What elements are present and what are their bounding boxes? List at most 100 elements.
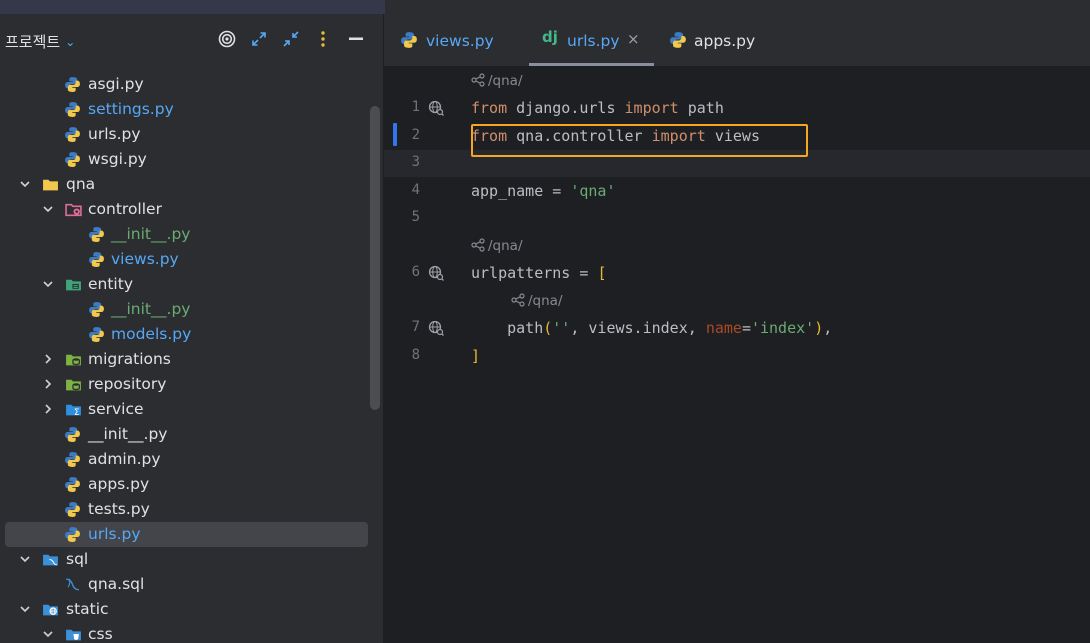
hide-panel-icon[interactable] (345, 28, 367, 50)
tree-item-qna-urls[interactable]: urls.py (0, 522, 383, 547)
arguments: , views.index, (570, 319, 706, 337)
python-icon (65, 452, 80, 467)
code-line-4[interactable]: app_name = 'qna' (471, 182, 616, 200)
line-number: 6 (411, 264, 420, 280)
project-panel: 프로젝트 ⌄ asgi.py settings.py urls.py wsgi.… (0, 14, 383, 643)
sql-file-icon (66, 578, 79, 591)
url-mapping-gutter-icon[interactable] (428, 100, 444, 116)
tree-folder-entity[interactable]: entity (0, 272, 383, 297)
tree-item-wsgi[interactable]: wsgi.py (0, 147, 383, 172)
options-menu-icon[interactable] (312, 28, 334, 50)
tree-item-controller-init[interactable]: __init__.py (0, 222, 383, 247)
tab-apps-py[interactable]: apps.py (654, 14, 784, 66)
code-editor[interactable]: /qna/ 1 from django.urls import path 2 f… (384, 66, 1090, 643)
code-line-1[interactable]: from django.urls import path (471, 99, 724, 117)
endpoint-hint[interactable]: /qna/ (471, 238, 523, 254)
tree-item-label: static (66, 600, 109, 618)
tree-item-apps[interactable]: apps.py (0, 472, 383, 497)
chevron-down-icon[interactable] (42, 278, 54, 290)
url-mapping-gutter-icon[interactable] (428, 265, 444, 281)
tree-item-urls[interactable]: urls.py (0, 122, 383, 147)
string-literal: 'qna' (570, 182, 616, 200)
tree-item-models[interactable]: models.py (0, 322, 383, 347)
python-icon (65, 427, 80, 442)
python-icon (65, 102, 80, 117)
line-number: 2 (411, 127, 420, 143)
selection-highlight (5, 522, 368, 547)
tree-item-label: wsgi.py (88, 150, 147, 168)
django-icon: dj (542, 28, 558, 46)
tree-item-admin[interactable]: admin.py (0, 447, 383, 472)
controller-folder-icon (65, 203, 82, 217)
code-line-7[interactable]: path('', views.index, name='index'), (471, 319, 832, 337)
expand-all-icon[interactable] (248, 28, 270, 50)
project-tree-scrollbar[interactable] (370, 106, 380, 410)
keyword: import (624, 99, 679, 117)
tree-item-label: __init__.py (88, 425, 168, 443)
tree-item-asgi[interactable]: asgi.py (0, 72, 383, 97)
python-icon (670, 32, 686, 48)
chevron-down-icon[interactable] (42, 203, 54, 215)
line-number: 8 (411, 347, 420, 363)
endpoint-hint[interactable]: /qna/ (471, 73, 523, 89)
tree-item-qna-sql[interactable]: qna.sql (0, 572, 383, 597)
tab-urls-py[interactable]: dj urls.py × (529, 14, 654, 66)
tree-item-label: css (88, 625, 113, 643)
locate-target-icon[interactable] (216, 28, 238, 50)
hint-text: /qna/ (488, 238, 523, 254)
line-number: 7 (411, 319, 420, 335)
collapse-all-icon[interactable] (280, 28, 302, 50)
python-icon (401, 32, 417, 48)
bracket: ) (814, 319, 824, 337)
tree-item-entity-init[interactable]: __init__.py (0, 297, 383, 322)
keyword-argument: name (705, 319, 742, 337)
tab-views-py[interactable]: views.py (384, 14, 529, 66)
tree-folder-static[interactable]: static (0, 597, 383, 622)
tree-item-label: urls.py (88, 125, 141, 143)
tree-item-label: qna.sql (88, 575, 145, 593)
assignment: urlpatterns = (471, 264, 598, 282)
tab-label: apps.py (694, 32, 756, 50)
url-mapping-gutter-icon[interactable] (428, 320, 444, 336)
comma: , (823, 319, 833, 337)
chevron-down-icon[interactable] (19, 178, 31, 190)
hint-text: /qna/ (528, 293, 563, 309)
tree-folder-migrations[interactable]: migrations (0, 347, 383, 372)
tree-item-label: urls.py (88, 525, 141, 543)
window-top-strip (0, 0, 1090, 14)
chevron-down-icon[interactable] (42, 628, 54, 640)
chevron-right-icon[interactable] (42, 378, 54, 390)
tree-folder-qna[interactable]: qna (0, 172, 383, 197)
code-line-6[interactable]: urlpatterns = [ (471, 264, 606, 282)
tree-item-settings[interactable]: settings.py (0, 97, 383, 122)
tree-item-label: tests.py (88, 500, 150, 518)
tree-folder-service[interactable]: Σ service (0, 397, 383, 422)
tree-folder-css[interactable]: css (0, 622, 383, 643)
project-view-selector[interactable]: 프로젝트 ⌄ (5, 31, 75, 52)
chevron-down-icon[interactable] (19, 603, 31, 615)
database-folder-icon (66, 354, 81, 366)
chevron-right-icon[interactable] (42, 403, 54, 415)
close-tab-icon[interactable]: × (627, 30, 640, 48)
svg-text:Σ: Σ (74, 408, 79, 418)
window-top-accent (0, 0, 385, 14)
tree-item-qna-init[interactable]: __init__.py (0, 422, 383, 447)
tree-item-label: repository (88, 375, 167, 393)
tree-folder-controller[interactable]: controller (0, 197, 383, 222)
chevron-right-icon[interactable] (42, 353, 54, 365)
python-icon (65, 152, 80, 167)
tree-item-label: sql (66, 550, 89, 568)
sql-folder-icon (43, 554, 58, 566)
endpoint-hint[interactable]: /qna/ (511, 293, 563, 309)
python-icon (65, 77, 80, 92)
tree-folder-sql[interactable]: sql (0, 547, 383, 572)
string-literal: 'index' (750, 319, 815, 337)
code-line-8[interactable]: ] (471, 347, 480, 365)
chevron-down-icon[interactable] (19, 553, 31, 565)
tree-item-views[interactable]: views.py (0, 247, 383, 272)
tree-folder-repository[interactable]: repository (0, 372, 383, 397)
share-icon (471, 238, 485, 252)
python-icon (65, 502, 80, 517)
tree-item-tests[interactable]: tests.py (0, 497, 383, 522)
bracket: [ (597, 264, 607, 282)
